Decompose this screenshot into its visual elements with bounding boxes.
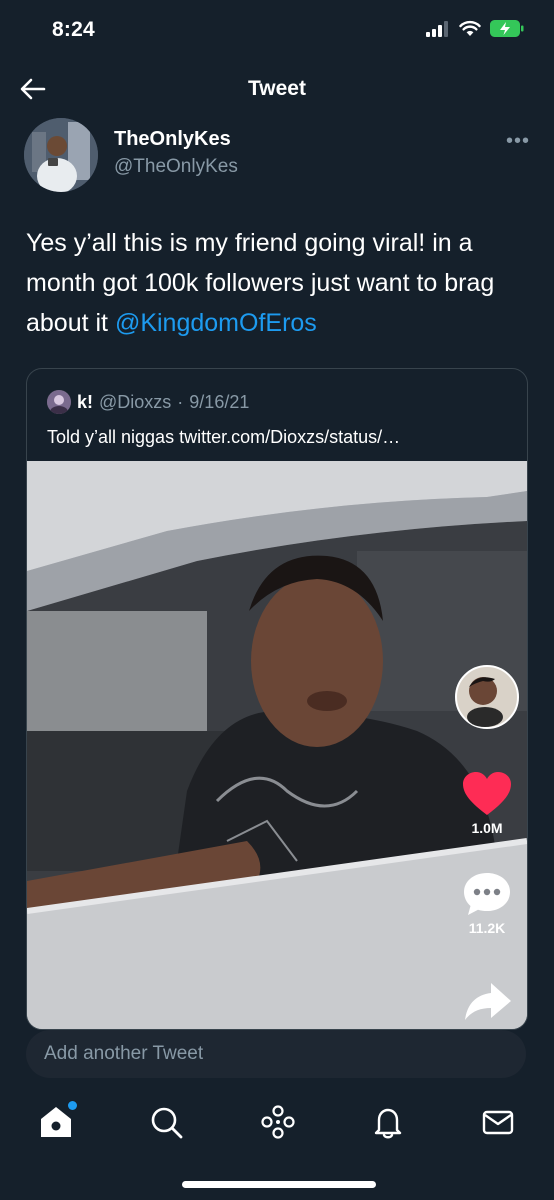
home-indicator [182,1181,376,1188]
comment-count: 11.2K [468,920,506,936]
page-title: Tweet [248,77,306,100]
tab-bar [0,1088,554,1158]
nav-header: Tweet [0,64,554,114]
video-media[interactable]: 1.0M 11.2K [27,461,527,1029]
spaces-icon[interactable] [260,1104,296,1140]
battery-charging-icon [490,20,524,37]
signal-icon [426,20,448,37]
share-icon[interactable] [463,981,513,1021]
avatar[interactable] [24,118,98,192]
status-time: 8:24 [52,18,95,41]
tweet-text: Yes y’all this is my friend going viral!… [26,223,534,343]
more-icon[interactable]: ••• [506,130,530,153]
quote-header: k! @Dioxzs · 9/16/21 [47,390,249,414]
creator-avatar[interactable] [455,665,519,732]
tweet-author: TheOnlyKes @TheOnlyKes ••• [24,118,530,198]
quote-date: 9/16/21 [189,391,250,412]
heart-icon[interactable] [461,771,513,817]
author-name[interactable]: TheOnlyKes [114,128,231,151]
quoted-tweet[interactable]: k! @Dioxzs · 9/16/21 Told y’all niggas t… [26,368,528,1030]
quote-text: Told y’all niggas twitter.com/Dioxzs/sta… [47,427,401,447]
author-handle[interactable]: @TheOnlyKes [114,156,238,178]
status-icons [426,20,524,37]
quote-handle: @Dioxzs [99,391,172,412]
compose-bar [26,1030,526,1078]
notifications-icon[interactable] [370,1104,406,1140]
quote-avatar [47,390,71,414]
messages-icon[interactable] [480,1104,516,1140]
notification-dot [68,1101,77,1110]
wifi-icon [459,20,481,36]
search-icon[interactable] [148,1104,184,1140]
comment-icon[interactable] [462,871,512,917]
mention-link[interactable]: @KingdomOfEros [115,309,317,337]
quote-separator: · [177,391,184,412]
add-tweet-input[interactable] [26,1030,526,1078]
comment-stat[interactable]: 11.2K [459,871,515,936]
like-count: 1.0M [471,820,503,836]
status-bar: 8:24 [0,0,554,60]
like-stat[interactable]: 1.0M [459,771,515,836]
home-icon[interactable] [38,1101,77,1140]
quote-name: k! [77,391,94,412]
share-stat[interactable] [461,981,515,1024]
